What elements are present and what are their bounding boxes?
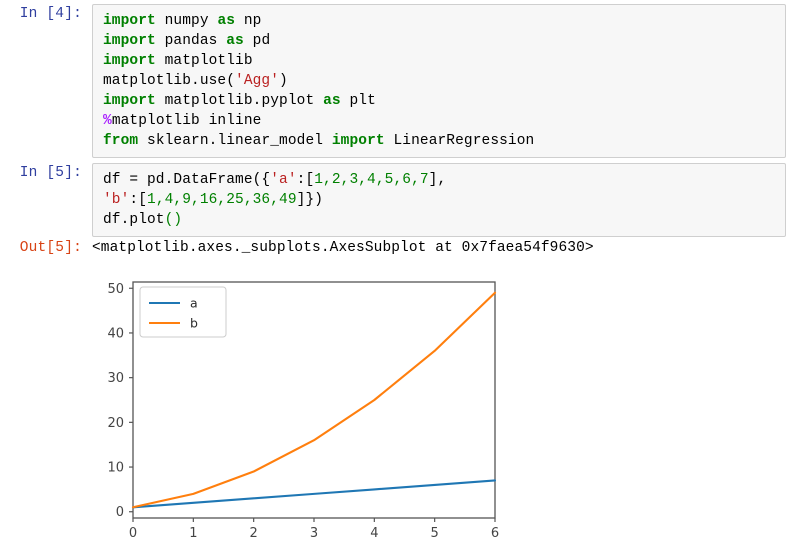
token-np: np (243, 13, 262, 29)
token-as: as (323, 93, 341, 109)
token-numpy: numpy (164, 13, 209, 29)
token-import: import (103, 13, 156, 29)
code-editor-in-4[interactable]: import numpy as np import pandas as pd i… (92, 4, 786, 158)
token-import: import (103, 33, 156, 49)
token-str-agg: 'Agg' (235, 73, 280, 89)
code-source-in-5: df = pd.DataFrame({'a':[1,2,3,4,5,6,7], … (103, 170, 777, 230)
x-tick-label: 0 (129, 526, 137, 541)
x-tick-label: 1 (189, 526, 197, 541)
chart-legend: ab (139, 286, 227, 338)
x-tick-label: 3 (310, 526, 318, 541)
token-pd: pd (252, 33, 271, 49)
token-key-a: 'a' (270, 172, 297, 188)
legend-label-b: b (190, 316, 198, 331)
output-cell-out-5: Out[5]: <matplotlib.axes._subplots.AxesS… (0, 238, 594, 258)
token-linearregression: LinearRegression (393, 133, 535, 149)
y-tick-label: 20 (107, 416, 124, 431)
token-df-assign: df = pd.DataFrame({ (103, 172, 271, 188)
x-tick-label: 6 (491, 526, 499, 541)
x-tick-label: 4 (370, 526, 378, 541)
token-matplotlib: matplotlib (164, 53, 253, 69)
token-from: from (103, 133, 139, 149)
token-plot-parens: () (164, 212, 183, 228)
code-editor-in-5[interactable]: df = pd.DataFrame({'a':[1,2,3,4,5,6,7], … (92, 163, 786, 237)
legend-label-a: a (190, 296, 198, 311)
token-magic-inline: matplotlib inline (111, 113, 262, 129)
token-pandas: pandas (164, 33, 218, 49)
token-import: import (331, 133, 385, 149)
token-end-a: ], (428, 172, 447, 188)
cell-prompt-in-4: In [4]: (19, 6, 82, 22)
code-cell-in-5[interactable]: In [5]: df = pd.DataFrame({'a':[1,2,3,4,… (0, 163, 786, 237)
figure-output: 0 1 2 3 4 5 6 0 10 20 30 40 50 ab (82, 268, 702, 548)
output-text-repr: <matplotlib.axes._subplots.AxesSubplot a… (92, 240, 594, 256)
token-df-plot: df.plot (103, 212, 165, 228)
token-as: as (226, 33, 244, 49)
y-tick-label: 40 (107, 326, 124, 341)
cell-prompt-out-5: Out[5]: (19, 240, 82, 256)
code-cell-in-4[interactable]: In [4]: import numpy as np import pandas… (0, 4, 786, 158)
token-import: import (103, 93, 156, 109)
token-key-b: 'b' (103, 192, 130, 208)
code-source-in-4: import numpy as np import pandas as pd i… (103, 11, 777, 151)
token-import: import (103, 53, 156, 69)
y-tick-label: 0 (116, 505, 124, 520)
token-close-paren: ) (279, 73, 288, 89)
token-values-b: 1,4,9,16,25,36,49 (147, 192, 297, 208)
token-colon-b: :[ (129, 192, 148, 208)
token-end-b: ]}) (296, 192, 324, 208)
cell-prompt-in-5: In [5]: (19, 165, 82, 181)
y-tick-label: 10 (107, 461, 124, 476)
x-tick-label: 5 (431, 526, 439, 541)
token-colon-a: :[ (296, 172, 315, 188)
line-chart: 0 1 2 3 4 5 6 0 10 20 30 40 50 ab (82, 268, 702, 548)
token-pyplot: matplotlib.pyplot (164, 93, 315, 109)
token-magic-percent: % (103, 113, 112, 129)
y-tick-label: 50 (107, 282, 124, 297)
y-tick-label: 30 (107, 371, 124, 386)
token-plt: plt (349, 93, 376, 109)
token-sklearn: sklearn.linear_model (147, 133, 324, 149)
x-tick-label: 2 (250, 526, 258, 541)
notebook-container: In [4]: import numpy as np import pandas… (0, 0, 800, 552)
token-as: as (217, 13, 236, 29)
token-values-a: 1,2,3,4,5,6,7 (314, 172, 429, 188)
token-matplotlib-use: matplotlib.use( (103, 73, 236, 89)
